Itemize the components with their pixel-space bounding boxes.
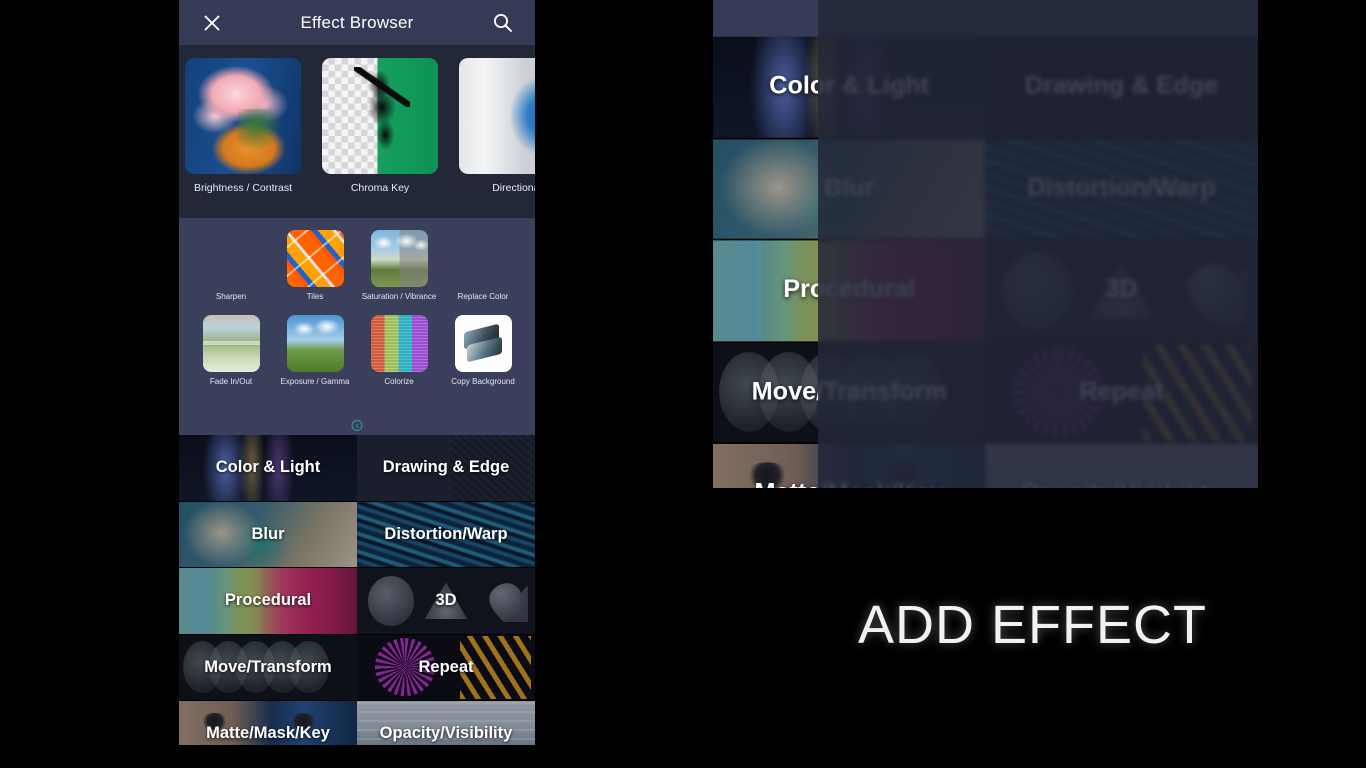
recent-effects-row-large: Brightness / Contrast Chroma Key Directi… <box>179 45 535 218</box>
magnified-preview-overlay: Color & Light Drawing & Edge Blur Distor… <box>713 0 1258 488</box>
effect-thumbnail <box>286 315 344 372</box>
category-grid: Color & Light Drawing & Edge Blur Distor… <box>179 435 535 745</box>
effect-item[interactable]: Sharpen <box>189 224 273 309</box>
category-label: Distortion/Warp <box>384 524 508 543</box>
category-label: Repeat <box>418 657 474 676</box>
category-label: 3D <box>435 591 457 610</box>
effect-label: Directional <box>492 182 535 194</box>
effect-label: Copy Background <box>451 377 515 386</box>
effect-thumbnail <box>454 315 512 372</box>
effect-item[interactable]: Directional <box>459 58 535 218</box>
effect-thumbnail <box>322 58 438 174</box>
search-icon[interactable] <box>481 0 523 45</box>
effect-item[interactable]: Exposure / Gamma <box>273 309 357 394</box>
effect-item[interactable]: Fade In/Out <box>189 309 273 394</box>
category-drawing-and-edge[interactable]: Drawing & Edge <box>357 435 535 502</box>
effect-thumbnail <box>202 315 260 372</box>
category-label: Blur <box>251 524 285 543</box>
effect-label: Brightness / Contrast <box>193 182 293 194</box>
effect-item[interactable]: Tiles <box>273 224 357 309</box>
category-label: Procedural <box>224 591 312 610</box>
effect-item[interactable]: Copy Background <box>441 309 525 394</box>
effect-thumbnail <box>185 58 301 174</box>
clock-icon <box>351 420 363 431</box>
effect-thumbnail <box>370 315 428 372</box>
category-color-and-light[interactable]: Color & Light <box>179 435 357 502</box>
category-distortion-warp[interactable]: Distortion/Warp <box>357 501 535 568</box>
close-icon[interactable] <box>191 0 233 45</box>
effect-label: Sharpen <box>215 292 247 301</box>
title-bar: Effect Browser <box>179 0 535 45</box>
overlay-dim-scrim <box>818 0 1258 488</box>
effect-thumbnail <box>455 230 512 287</box>
category-matte-mask-key[interactable]: Matte/Mask/Key <box>179 701 357 745</box>
effect-label: Saturation / Vibrance <box>361 292 437 301</box>
effect-thumbnail <box>286 230 344 287</box>
category-label: Matte/Mask/Key <box>206 724 330 743</box>
effect-thumbnail <box>370 230 428 287</box>
recent-effects-grid: Sharpen Tiles Saturation / Vibrance Repl… <box>179 218 535 435</box>
effect-item[interactable]: Brightness / Contrast <box>185 58 301 218</box>
screen: Effect Browser Brightness / Contrast Chr… <box>0 0 1366 768</box>
category-blur[interactable]: Blur <box>179 501 357 568</box>
effect-item[interactable]: Chroma Key <box>322 58 438 218</box>
category-label: Opacity/Visibility <box>379 724 513 743</box>
category-label: Drawing & Edge <box>382 458 510 477</box>
effect-label: Colorize <box>384 377 414 386</box>
recent-effects-row: Fade In/Out Exposure / Gamma Colorize Co… <box>179 309 535 394</box>
category-3d[interactable]: 3D <box>357 568 535 635</box>
effect-thumbnail <box>203 230 260 287</box>
category-label: Move/Transform <box>204 657 332 676</box>
recent-effects-row: Sharpen Tiles Saturation / Vibrance Repl… <box>179 224 535 309</box>
category-move-transform[interactable]: Move/Transform <box>179 634 357 701</box>
effect-label: Fade In/Out <box>209 377 253 386</box>
effect-item[interactable]: Replace Color <box>441 224 525 309</box>
recent-effects-area[interactable]: Brightness / Contrast Chroma Key Directi… <box>179 45 535 435</box>
effect-label: Exposure / Gamma <box>280 377 350 386</box>
effect-label: Chroma Key <box>350 182 410 194</box>
effect-label: Replace Color <box>457 292 509 301</box>
add-effect-callout: ADD EFFECT <box>858 595 1208 655</box>
effect-browser-panel: Effect Browser Brightness / Contrast Chr… <box>179 0 535 745</box>
category-label: Color & Light <box>215 458 321 477</box>
effect-item[interactable]: Saturation / Vibrance <box>357 224 441 309</box>
category-procedural[interactable]: Procedural <box>179 568 357 635</box>
effect-thumbnail <box>459 58 535 174</box>
effect-label: Tiles <box>306 292 324 301</box>
category-repeat[interactable]: Repeat <box>357 634 535 701</box>
effect-item[interactable]: Colorize <box>357 309 441 394</box>
category-opacity-visibility[interactable]: Opacity/Visibility <box>357 701 535 745</box>
